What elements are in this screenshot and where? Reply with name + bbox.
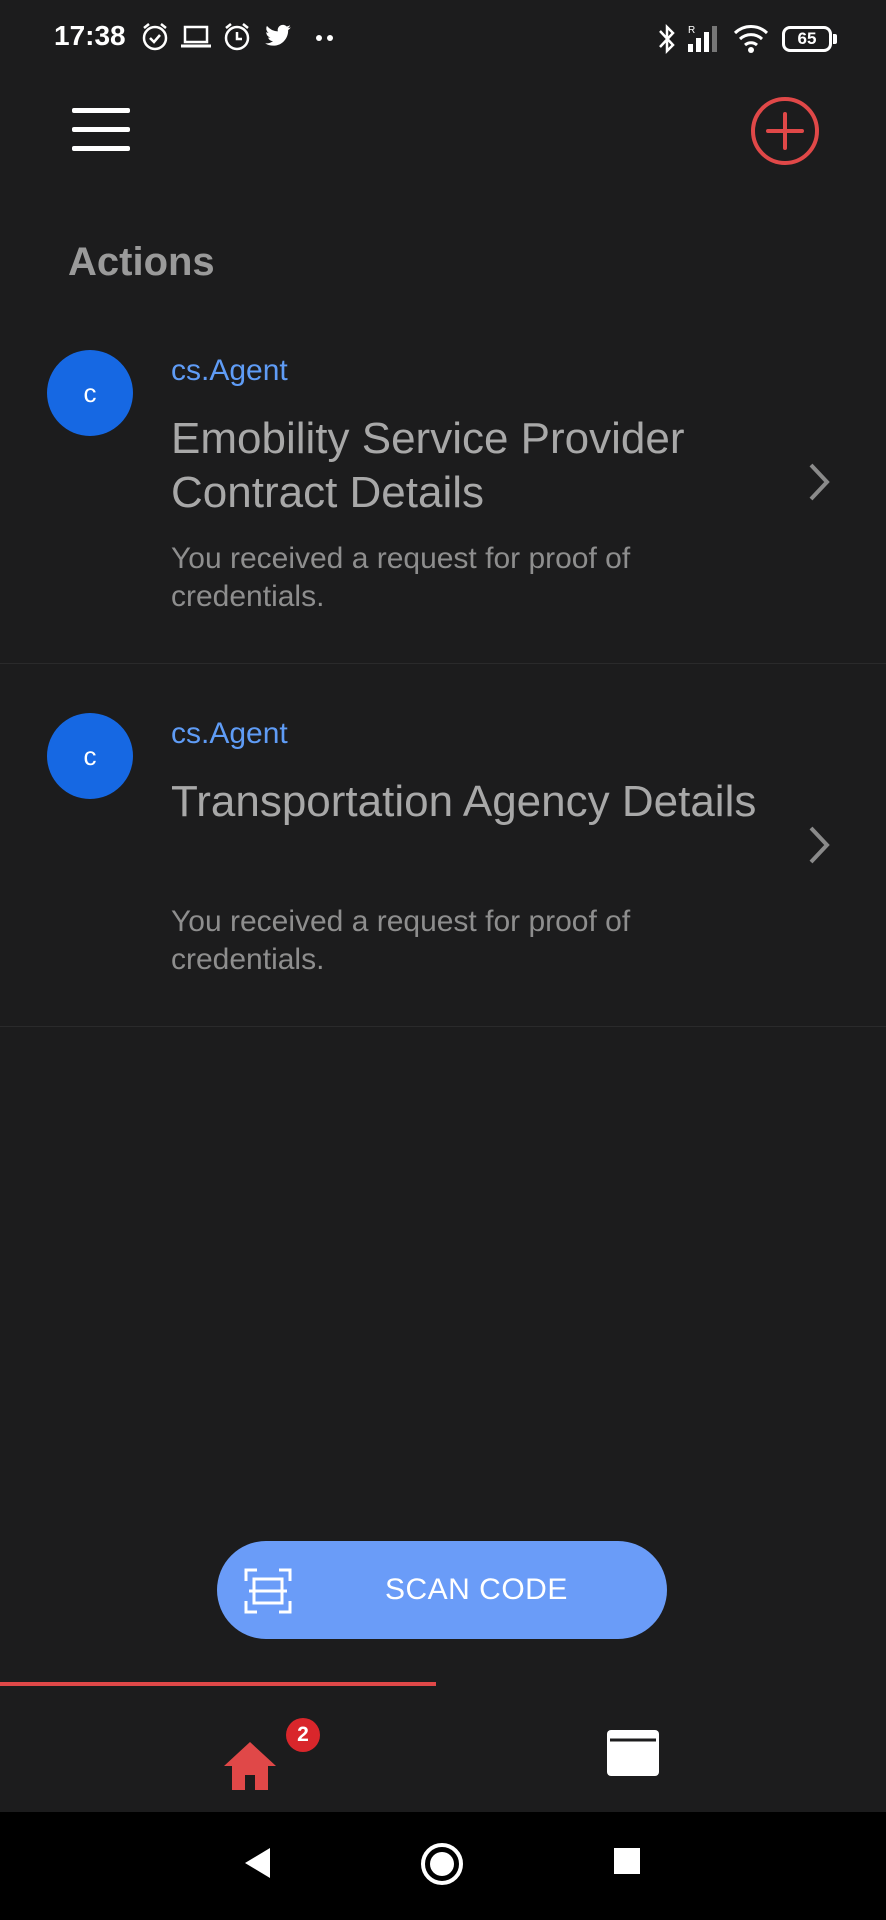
recents-icon[interactable] (612, 1846, 642, 1876)
status-time: 17:38 (54, 20, 126, 51)
avatar: c (47, 350, 133, 436)
system-nav-bar (0, 1812, 886, 1920)
signal-icon: R (688, 25, 717, 52)
agent-name: cs.Agent (171, 354, 288, 387)
scan-code-button[interactable]: SCAN CODE (217, 1541, 667, 1639)
svg-text:R: R (688, 25, 695, 36)
action-description: You received a request for proof of cred… (171, 542, 631, 613)
more-dots-icon (316, 35, 333, 41)
scan-frame-icon (244, 1568, 292, 1614)
battery-icon: 65 (782, 26, 832, 52)
scan-code-label: SCAN CODE (385, 1573, 568, 1606)
twitter-icon (265, 24, 291, 46)
tab-wallet[interactable] (598, 1704, 668, 1804)
add-circle-icon[interactable] (750, 96, 820, 166)
action-card[interactable]: c cs.Agent Emobility Service Provider Co… (0, 330, 886, 664)
notification-badge: 2 (286, 1718, 320, 1752)
home-icon (224, 1742, 276, 1790)
bluetooth-icon (659, 23, 675, 55)
section-title: Actions (68, 240, 215, 284)
battery-tip (833, 34, 837, 44)
action-title: Emobility Service Provider Contract Deta… (171, 414, 685, 517)
action-card[interactable]: c cs.Agent Transportation Agency Details… (0, 693, 886, 1027)
hamburger-menu-icon[interactable] (72, 108, 130, 152)
agent-name: cs.Agent (171, 717, 288, 750)
status-bar: 17:38 R 65 (0, 0, 886, 76)
chevron-right-icon (809, 463, 830, 501)
active-tab-indicator (0, 1682, 436, 1686)
wifi-icon (733, 25, 769, 53)
laptop-icon (181, 25, 211, 48)
home-nav-icon[interactable] (420, 1842, 464, 1886)
action-title: Transportation Agency Details (171, 777, 757, 826)
tab-home[interactable]: 2 (218, 1704, 320, 1804)
alarm-icon (142, 23, 168, 51)
chevron-right-icon (809, 826, 830, 864)
bottom-tab-bar: 2 (0, 1682, 886, 1812)
avatar: c (47, 713, 133, 799)
action-description: You received a request for proof of cred… (171, 905, 631, 976)
wallet-icon (607, 1730, 659, 1776)
alarm-clock-icon (224, 23, 250, 51)
back-icon[interactable] (242, 1846, 272, 1880)
